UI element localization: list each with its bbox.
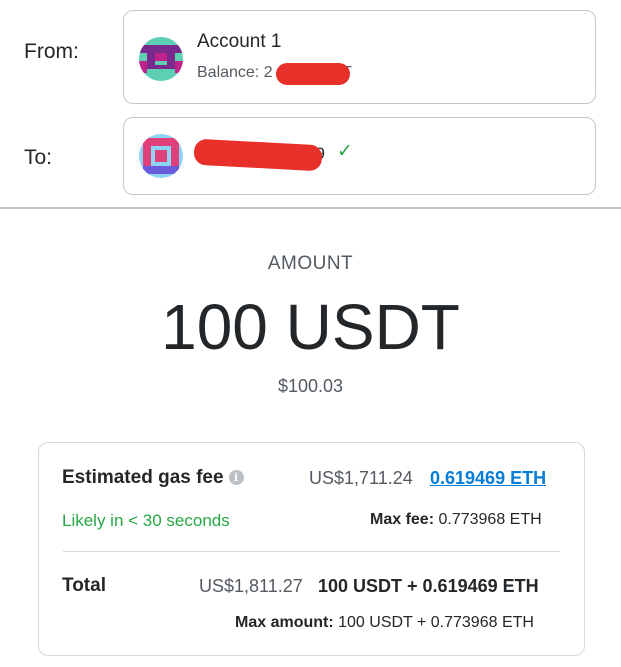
to-account-box[interactable]: 09 ✓	[123, 117, 596, 195]
gas-fee-card: Estimated gas fee i US$1,711.24 0.619469 …	[38, 442, 585, 656]
amount-fiat: $100.03	[277, 376, 344, 396]
from-account-box[interactable]: Account 1 Balance: 2DT	[123, 10, 596, 104]
max-amount-value: 100 USDT + 0.773968 ETH	[338, 614, 534, 631]
section-divider	[0, 207, 621, 209]
max-amount-label: Max amount:	[235, 614, 334, 631]
card-divider	[63, 551, 560, 552]
gas-fee-label: Estimated gas fee i	[62, 467, 244, 489]
max-fee-value: 0.773968 ETH	[438, 511, 542, 528]
redaction-mark	[276, 63, 350, 85]
max-fee: Max fee: 0.773968 ETH	[370, 511, 542, 529]
total-value: 100 USDT + 0.619469 ETH	[318, 576, 539, 596]
recipient-avatar	[139, 134, 183, 178]
account-name: Account 1	[197, 31, 282, 52]
checkmark-icon: ✓	[337, 141, 353, 162]
total-label: Total	[62, 575, 106, 596]
send-confirmation-screen: From: Account 1 Balance: 2DT To:	[0, 0, 621, 667]
total-fiat: US$1,811.27	[199, 576, 303, 596]
from-label: From:	[24, 40, 79, 63]
max-fee-label: Max fee:	[370, 511, 435, 528]
gas-timing: Likely in < 30 seconds	[62, 511, 230, 530]
account-avatar	[139, 37, 183, 81]
redaction-mark	[193, 138, 323, 172]
gas-fee-eth-link[interactable]: 0.619469 ETH	[430, 468, 546, 489]
gas-fee-fiat: US$1,711.24	[309, 468, 413, 488]
amount-label: AMOUNT	[267, 253, 354, 274]
gas-fee-label-text: Estimated gas fee	[62, 467, 224, 488]
amount-value: 100 USDT	[161, 291, 460, 363]
balance-prefix: Balance: 2	[197, 64, 273, 81]
info-icon[interactable]: i	[228, 470, 244, 485]
max-amount: Max amount: 100 USDT + 0.773968 ETH	[235, 614, 534, 632]
to-label: To:	[24, 146, 53, 169]
